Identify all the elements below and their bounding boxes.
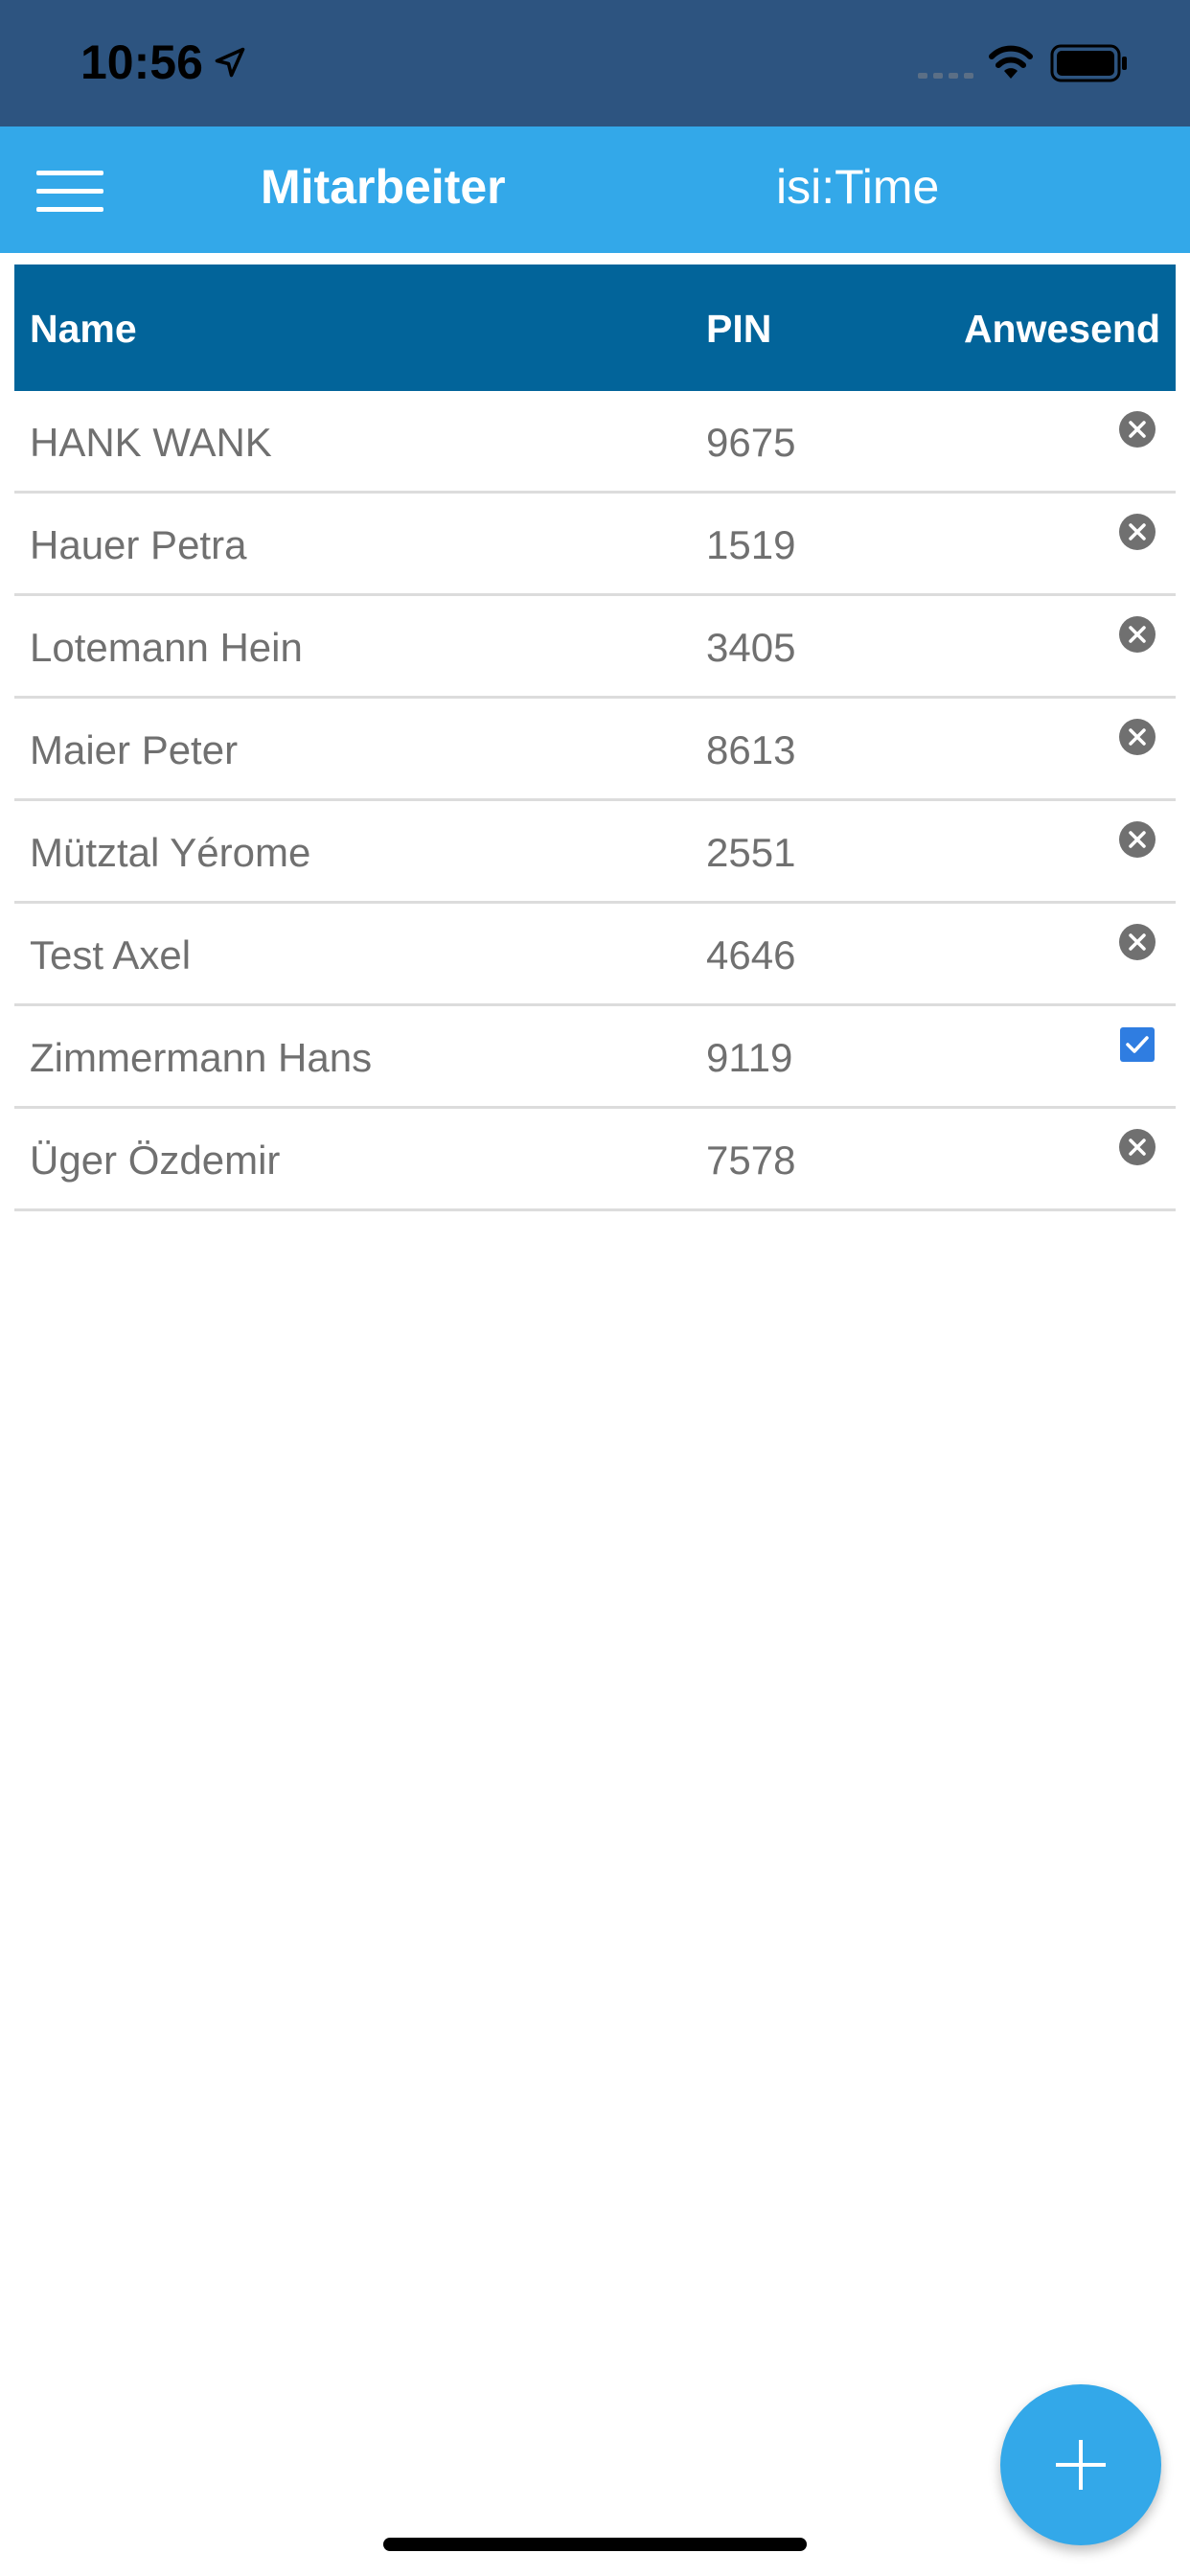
absent-x-icon[interactable] — [1118, 1128, 1156, 1166]
employee-pin: 9119 — [706, 1035, 793, 1080]
column-header-name[interactable]: Name — [30, 307, 137, 352]
plus-icon — [1056, 2440, 1106, 2490]
absent-x-icon[interactable] — [1118, 923, 1156, 961]
employee-pin: 8613 — [706, 727, 796, 772]
absent-x-icon[interactable] — [1118, 615, 1156, 654]
employee-pin: 9675 — [706, 420, 796, 465]
location-arrow-icon — [215, 47, 245, 78]
hamburger-menu-icon[interactable] — [36, 171, 103, 213]
employee-pin: 2551 — [706, 830, 796, 875]
column-header-present[interactable]: Anwesend — [964, 307, 1160, 352]
employee-pin: 3405 — [706, 625, 796, 670]
brand-label: isi:Time — [776, 160, 940, 214]
add-employee-button[interactable] — [1000, 2384, 1161, 2545]
table-row[interactable]: HANK WANK 9675 — [14, 391, 1176, 494]
table-row[interactable]: Test Axel 4646 — [14, 904, 1176, 1006]
cellular-signal-icon — [918, 73, 973, 79]
table-header: Name PIN Anwesend — [14, 264, 1176, 391]
table-body: HANK WANK 9675 Hauer Petra 1519 Lotemann Hei… — [14, 391, 1176, 1211]
battery-icon — [1050, 44, 1127, 82]
absent-x-icon[interactable] — [1118, 820, 1156, 859]
wifi-icon — [989, 45, 1033, 79]
employee-pin: 7578 — [706, 1138, 796, 1183]
status-time: 10:56 — [80, 34, 247, 90]
absent-x-icon[interactable] — [1118, 513, 1156, 551]
table-row[interactable]: Maier Peter 8613 — [14, 699, 1176, 801]
page-title: Mitarbeiter — [261, 160, 506, 214]
employee-name: Üger Özdemir — [30, 1138, 281, 1183]
status-bar: 10:56 — [0, 0, 1190, 126]
employee-name: Lotemann Hein — [30, 625, 303, 670]
absent-x-icon[interactable] — [1118, 410, 1156, 448]
table-row[interactable]: Lotemann Hein 3405 — [14, 596, 1176, 699]
employee-pin: 4646 — [706, 932, 796, 978]
employee-name: Maier Peter — [30, 727, 239, 772]
app-bar: Mitarbeiter isi:Time — [0, 126, 1190, 253]
employee-table: Name PIN Anwesend HANK WANK 9675 Hauer Pet… — [14, 264, 1176, 1211]
employee-name: HANK WANK — [30, 420, 272, 465]
employee-name: Zimmermann Hans — [30, 1035, 373, 1080]
column-header-pin[interactable]: PIN — [706, 307, 771, 352]
table-row[interactable]: Zimmermann Hans 9119 — [14, 1006, 1176, 1109]
employee-name: Test Axel — [30, 932, 192, 978]
table-row[interactable]: Mütztal Yérome 2551 — [14, 801, 1176, 904]
home-indicator — [383, 2538, 807, 2551]
status-time-text: 10:56 — [80, 35, 203, 89]
present-checkbox-icon[interactable] — [1118, 1025, 1156, 1064]
absent-x-icon[interactable] — [1118, 718, 1156, 756]
employee-name: Hauer Petra — [30, 522, 247, 567]
employee-name: Mütztal Yérome — [30, 830, 311, 875]
table-row[interactable]: Hauer Petra 1519 — [14, 494, 1176, 596]
employee-pin: 1519 — [706, 522, 796, 567]
table-row[interactable]: Üger Özdemir 7578 — [14, 1109, 1176, 1211]
